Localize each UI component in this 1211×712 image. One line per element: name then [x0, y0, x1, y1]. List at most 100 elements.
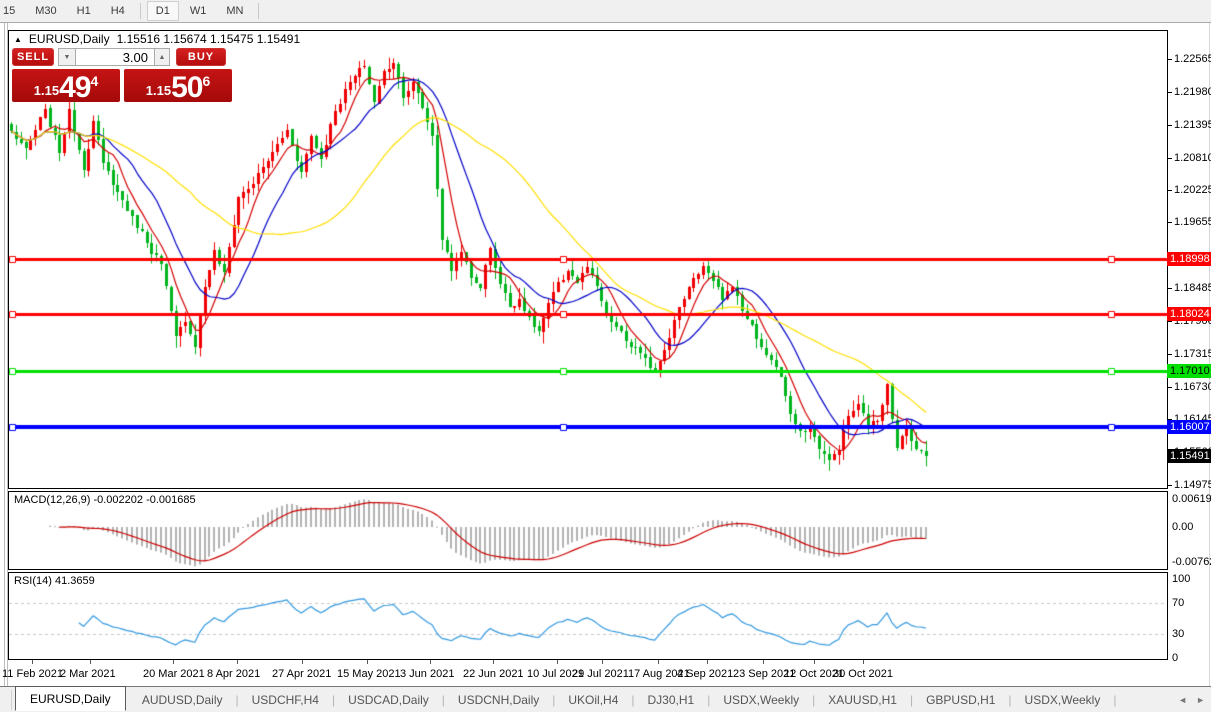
x-axis-tick	[367, 660, 368, 664]
timeframe-button-15[interactable]: 15	[0, 1, 24, 21]
tab-separator: |	[1113, 693, 1116, 707]
sell-button[interactable]: SELL	[12, 48, 54, 66]
x-axis-tick	[814, 660, 815, 664]
tab-bar-grip	[0, 690, 12, 710]
y-axis-label: 1.21980	[1174, 85, 1211, 99]
x-axis-tick	[763, 660, 764, 664]
level-price-badge: 1.18998	[1167, 252, 1211, 266]
macd-axis-label: 0.00	[1172, 520, 1193, 534]
chart-tab-usdx-weekly[interactable]: USDX,Weekly	[710, 689, 812, 711]
x-axis-date-label: 11 Feb 2021	[2, 668, 63, 680]
timeframe-button-h4[interactable]: H4	[102, 1, 134, 21]
macd-axis-label: -0.00762	[1172, 555, 1211, 569]
macd-axis-label: 0.006193	[1172, 492, 1211, 506]
x-axis-date-label: 20 Mar 2021	[143, 668, 205, 680]
chart-tab-ukoil-h4[interactable]: UKOil,H4	[555, 689, 631, 711]
rsi-canvas[interactable]	[9, 573, 1167, 659]
buy-price-box[interactable]: 1.15506	[124, 69, 232, 102]
buy-button[interactable]: BUY	[176, 48, 226, 66]
x-axis-tick	[302, 660, 303, 664]
rsi-axis-label: 0	[1172, 651, 1178, 665]
buy-price-big: 50	[171, 74, 202, 102]
chart-tab-audusd-daily[interactable]: AUDUSD,Daily	[129, 689, 236, 711]
x-axis-tick	[863, 660, 864, 664]
buy-price-sup: 6	[202, 73, 210, 89]
sell-price-prefix: 1.15	[34, 83, 59, 98]
x-axis-date-label: 27 Apr 2021	[272, 668, 331, 680]
chart-title: ▲ EURUSD,Daily 1.15516 1.15674 1.15475 1…	[14, 32, 300, 46]
chart-tab-usdchf-h4[interactable]: USDCHF,H4	[239, 689, 332, 711]
tab-scroll-left-icon[interactable]: ◄	[1178, 695, 1187, 705]
sell-price-sup: 4	[90, 73, 98, 89]
chart-tab-xauusd-h1[interactable]: XAUUSD,H1	[815, 689, 910, 711]
chart-tab-usdcnh-daily[interactable]: USDCNH,Daily	[445, 689, 552, 711]
x-axis-date-label: 2 Mar 2021	[60, 668, 116, 680]
tab-scroll-buttons: ◄►	[1178, 695, 1205, 705]
y-axis-tick	[1168, 321, 1172, 322]
toolbar-separator	[258, 3, 259, 19]
timeframe-button-w1[interactable]: W1	[181, 1, 216, 21]
volume-decrease-button[interactable]: ▼	[58, 48, 76, 66]
x-axis-tick	[237, 660, 238, 664]
chart-tab-gbpusd-h1[interactable]: GBPUSD,H1	[913, 689, 1008, 711]
rsi-panel	[8, 572, 1168, 660]
x-axis-date-label: 4 Sep 2021	[677, 668, 733, 680]
y-axis-label: 1.20810	[1174, 151, 1211, 165]
x-axis-tick	[557, 660, 558, 664]
y-axis-label: 1.18485	[1174, 281, 1211, 295]
chart-tab-usdx-weekly[interactable]: USDX,Weekly	[1012, 689, 1114, 711]
y-axis-tick	[1168, 92, 1172, 93]
y-axis-tick	[1168, 125, 1172, 126]
chart-tab-bar: EURUSD,Daily|AUDUSD,Daily|USDCHF,H4|USDC…	[0, 686, 1211, 712]
volume-input[interactable]: 3.00	[76, 48, 154, 66]
rsi-axis-label: 100	[1172, 572, 1190, 586]
y-axis-tick	[1168, 222, 1172, 223]
y-axis-tick	[1168, 387, 1172, 388]
timeframe-button-h1[interactable]: H1	[68, 1, 100, 21]
rsi-axis-label: 30	[1172, 627, 1184, 641]
rsi-indicator-label: RSI(14) 41.3659	[14, 575, 95, 587]
volume-increase-button[interactable]: ▲	[154, 48, 170, 66]
one-click-trading-widget: SELL ▼ 3.00 ▲ BUY 1.15494 1.15506	[12, 48, 232, 102]
chart-window: ▲ EURUSD,Daily 1.15516 1.15674 1.15475 1…	[0, 23, 1211, 686]
y-axis-label: 1.14975	[1174, 478, 1211, 492]
chart-tab-eurusd-daily[interactable]: EURUSD,Daily	[15, 686, 126, 711]
tab-scroll-right-icon[interactable]: ►	[1196, 695, 1205, 705]
level-price-badge: 1.16007	[1167, 420, 1211, 434]
y-axis-label: 1.20225	[1174, 183, 1211, 197]
chart-tab-usdcad-daily[interactable]: USDCAD,Daily	[335, 689, 442, 711]
x-axis-date-label: 8 Apr 2021	[207, 668, 260, 680]
y-axis-tick	[1168, 190, 1172, 191]
x-axis-date-label: 30 Oct 2021	[833, 668, 893, 680]
timeframe-button-mn[interactable]: MN	[217, 1, 252, 21]
y-axis-label: 1.22565	[1174, 52, 1211, 66]
rsi-axis-label: 70	[1172, 596, 1184, 610]
level-price-badge: 1.17010	[1167, 364, 1211, 378]
buy-price-prefix: 1.15	[146, 83, 171, 98]
x-axis-tick	[493, 660, 494, 664]
x-axis-tick	[602, 660, 603, 664]
macd-indicator-label: MACD(12,26,9) -0.002202 -0.001685	[14, 494, 196, 506]
x-axis-date-label: 15 May 2021	[337, 668, 401, 680]
x-axis-tick	[430, 660, 431, 664]
timeframe-button-d1[interactable]: D1	[147, 1, 179, 21]
x-axis-date-label: 3 Jun 2021	[400, 668, 454, 680]
toolbar-separator	[140, 3, 141, 19]
sell-price-box[interactable]: 1.15494	[12, 69, 120, 102]
level-price-badge: 1.18024	[1167, 307, 1211, 321]
timeframe-button-m30[interactable]: M30	[26, 1, 65, 21]
y-axis-label: 1.16730	[1174, 380, 1211, 394]
x-axis-tick	[658, 660, 659, 664]
chart-symbol-label: EURUSD,Daily	[29, 32, 110, 46]
chart-collapse-icon[interactable]: ▲	[14, 35, 22, 44]
y-axis-tick	[1168, 158, 1172, 159]
x-axis-tick	[90, 660, 91, 664]
chart-tab-dj30-h1[interactable]: DJ30,H1	[635, 689, 708, 711]
trading-terminal-window: 15M30H1H4 D1W1MN ▲ EURUSD,Daily 1.15516 1…	[0, 0, 1211, 712]
last-price-badge: 1.15491	[1167, 449, 1211, 463]
y-axis-label: 1.17315	[1174, 347, 1211, 361]
timeframe-toolbar: 15M30H1H4 D1W1MN	[0, 0, 1211, 23]
y-axis-label: 1.19655	[1174, 215, 1211, 229]
y-axis-label: 1.21395	[1174, 118, 1211, 132]
y-axis-tick	[1168, 59, 1172, 60]
